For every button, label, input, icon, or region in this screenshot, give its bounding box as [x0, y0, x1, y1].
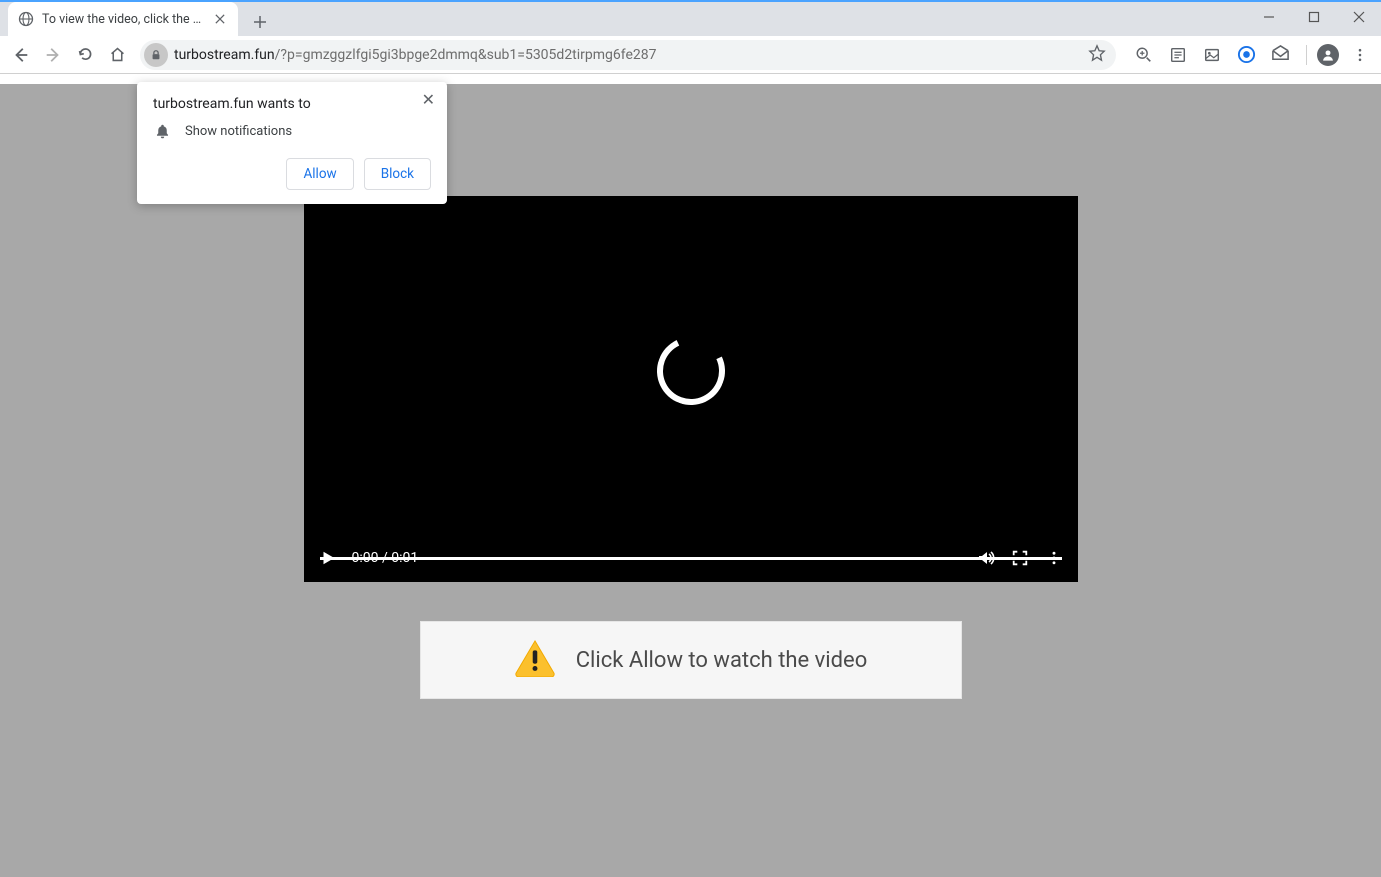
picture-icon[interactable] — [1202, 45, 1222, 65]
maximize-button[interactable] — [1291, 2, 1336, 32]
home-button[interactable] — [102, 40, 132, 70]
globe-icon — [18, 11, 34, 27]
close-window-button[interactable] — [1336, 2, 1381, 32]
tab-title: To view the video, click the Allow — [42, 12, 204, 27]
warning-icon — [514, 639, 556, 681]
block-button[interactable]: Block — [364, 158, 431, 190]
prompt-title: turbostream.fun wants to — [153, 96, 431, 112]
fullscreen-button[interactable] — [1010, 548, 1030, 568]
banner-text: Click Allow to watch the video — [576, 648, 868, 673]
url-domain: turbostream.fun — [174, 47, 275, 63]
video-player[interactable]: 0:00 / 0:01 — [304, 196, 1078, 582]
back-button[interactable] — [6, 40, 36, 70]
window-controls — [1246, 2, 1381, 32]
profile-button[interactable] — [1313, 40, 1343, 70]
reload-button[interactable] — [70, 40, 100, 70]
new-tab-button[interactable] — [246, 8, 274, 36]
tab-close-button[interactable] — [212, 11, 228, 27]
site-info-button[interactable] — [144, 43, 168, 67]
extension-icons — [1124, 45, 1300, 65]
play-button[interactable] — [318, 548, 338, 568]
browser-toolbar: turbostream.fun/?p=gmzggzlfgi5gi3bpge2dm… — [0, 36, 1381, 74]
tab-strip: To view the video, click the Allow — [0, 2, 1381, 36]
video-time: 0:00 / 0:01 — [352, 550, 419, 566]
video-menu-button[interactable] — [1044, 548, 1064, 568]
news-icon[interactable] — [1168, 45, 1188, 65]
minimize-button[interactable] — [1246, 2, 1291, 32]
browser-tab[interactable]: To view the video, click the Allow — [8, 2, 238, 36]
bell-icon — [153, 122, 171, 140]
forward-button[interactable] — [38, 40, 68, 70]
notification-permission-prompt: ✕ turbostream.fun wants to Show notifica… — [137, 82, 447, 204]
prompt-permission-label: Show notifications — [185, 124, 292, 139]
url-path: /?p=gmzggzlfgi5gi3bpge2dmmq&sub1=5305d2t… — [275, 47, 657, 63]
menu-button[interactable] — [1345, 40, 1375, 70]
address-bar[interactable]: turbostream.fun/?p=gmzggzlfgi5gi3bpge2dm… — [140, 40, 1116, 70]
loading-spinner-icon — [647, 327, 734, 414]
volume-button[interactable] — [976, 548, 996, 568]
allow-button[interactable]: Allow — [286, 158, 353, 190]
avatar-icon — [1317, 44, 1339, 66]
zoom-icon[interactable] — [1134, 45, 1154, 65]
instruction-banner: Click Allow to watch the video — [420, 621, 962, 699]
toolbar-divider — [1306, 45, 1307, 65]
bookmark-star-icon[interactable] — [1088, 44, 1106, 66]
target-icon[interactable] — [1236, 45, 1256, 65]
prompt-close-button[interactable]: ✕ — [422, 90, 435, 109]
url-text: turbostream.fun/?p=gmzggzlfgi5gi3bpge2dm… — [174, 47, 1082, 63]
video-controls: 0:00 / 0:01 — [304, 534, 1078, 582]
mail-icon[interactable] — [1270, 45, 1290, 65]
